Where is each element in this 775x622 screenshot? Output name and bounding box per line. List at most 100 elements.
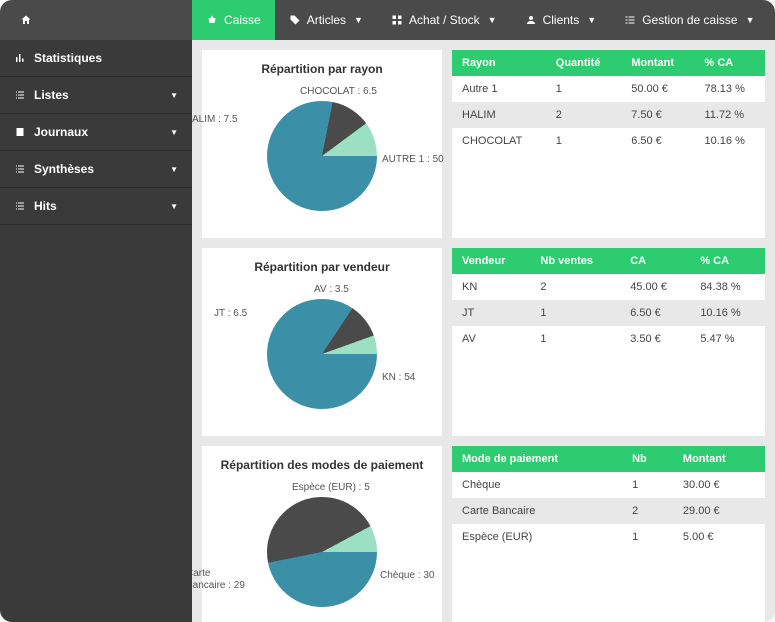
table-card: VendeurNb ventesCA% CAKN245.00 €84.38 %J…: [452, 248, 765, 436]
table-header: % CA: [690, 248, 765, 274]
bars-icon: [14, 52, 26, 64]
table-header: Montant: [673, 446, 765, 472]
sidebar-stats[interactable]: Statistiques: [0, 40, 192, 77]
home-button[interactable]: [0, 0, 52, 40]
table-header: CA: [620, 248, 690, 274]
sidebar-hits[interactable]: Hits ▼: [0, 188, 192, 225]
table-cell: 1: [546, 128, 621, 154]
main-content: Répartition par rayon CHOCOLAT : 6.5ALIM …: [192, 40, 775, 622]
pie-chart: [267, 497, 377, 607]
pie-label: KN : 54: [382, 372, 415, 384]
list-icon: [14, 89, 26, 101]
table-cell: Chèque: [452, 472, 622, 498]
home-icon: [20, 14, 32, 26]
table-cell: 3.50 €: [620, 326, 690, 352]
sidebar-journaux[interactable]: Journaux ▼: [0, 114, 192, 151]
chevron-down-icon: ▼: [170, 128, 178, 137]
pie-chart: [267, 101, 377, 211]
table-cell: 1: [530, 326, 620, 352]
table-cell: 2: [530, 274, 620, 300]
table-cell: 50.00 €: [621, 76, 694, 102]
data-table: VendeurNb ventesCA% CAKN245.00 €84.38 %J…: [452, 248, 765, 352]
table-cell: 1: [530, 300, 620, 326]
table-header: Mode de paiement: [452, 446, 622, 472]
table-cell: 7.50 €: [621, 102, 694, 128]
chart-title: Répartition par rayon: [210, 62, 434, 76]
table-cell: 2: [622, 498, 673, 524]
table-row: Autre 1150.00 €78.13 %: [452, 76, 765, 102]
table-cell: 1: [622, 472, 673, 498]
table-header: Nb: [622, 446, 673, 472]
table-cell: HALIM: [452, 102, 546, 128]
pie-label: CHOCOLAT : 6.5: [300, 86, 377, 98]
sidebar-journaux-label: Journaux: [34, 125, 88, 139]
caret-icon: ▼: [746, 15, 755, 25]
table-cell: 5.00 €: [673, 524, 765, 550]
pie-label: JT : 6.5: [214, 308, 247, 320]
chart-body: AV : 3.5 JT : 6.5 KN : 54: [210, 284, 434, 424]
table-cell: 10.16 %: [690, 300, 765, 326]
table-cell: 6.50 €: [621, 128, 694, 154]
nav-caisse-label: Caisse: [224, 13, 261, 27]
grid-icon: [391, 14, 403, 26]
topnav-spacer: [52, 0, 192, 40]
nav-achat[interactable]: Achat / Stock ▼: [377, 0, 511, 40]
table-card: RayonQuantitéMontant% CAAutre 1150.00 €7…: [452, 50, 765, 238]
book-icon: [14, 126, 26, 138]
chart-body: Espèce (EUR) : 5CarteBancaire : 29Chèque…: [210, 482, 434, 622]
user-icon: [525, 14, 537, 26]
list-icon: [624, 14, 636, 26]
chart-body: CHOCOLAT : 6.5ALIM : 7.5AUTRE 1 : 50: [210, 86, 434, 226]
pie-label: AV : 3.5: [314, 284, 349, 296]
caret-icon: ▼: [587, 15, 596, 25]
table-cell: Espèce (EUR): [452, 524, 622, 550]
table-header: % CA: [695, 50, 766, 76]
sidebar-listes[interactable]: Listes ▼: [0, 77, 192, 114]
data-table: RayonQuantitéMontant% CAAutre 1150.00 €7…: [452, 50, 765, 154]
table-cell: JT: [452, 300, 530, 326]
sidebar: Statistiques Listes ▼ Journaux ▼ Synthès…: [0, 40, 192, 622]
table-row: Espèce (EUR)15.00 €: [452, 524, 765, 550]
basket-icon: [206, 14, 218, 26]
table-cell: 10.16 %: [695, 128, 766, 154]
table-cell: 30.00 €: [673, 472, 765, 498]
table-cell: 29.00 €: [673, 498, 765, 524]
section-0: Répartition par rayon CHOCOLAT : 6.5ALIM …: [202, 50, 765, 238]
data-table: Mode de paiementNbMontantChèque130.00 €C…: [452, 446, 765, 550]
chart-title: Répartition par vendeur: [210, 260, 434, 274]
table-cell: 5.47 %: [690, 326, 765, 352]
chart-card: Répartition des modes de paiement Espèce …: [202, 446, 442, 622]
table-header: Quantité: [546, 50, 621, 76]
chart-card: Répartition par rayon CHOCOLAT : 6.5ALIM …: [202, 50, 442, 238]
table-row: CHOCOLAT16.50 €10.16 %: [452, 128, 765, 154]
table-header: Montant: [621, 50, 694, 76]
topnav: Caisse Articles ▼ Achat / Stock ▼ Client…: [0, 0, 775, 40]
nav-gestion[interactable]: Gestion de caisse ▼: [610, 0, 768, 40]
sidebar-syntheses-label: Synthèses: [34, 162, 94, 176]
table-row: Carte Bancaire229.00 €: [452, 498, 765, 524]
pie-label: Chèque : 30: [380, 570, 435, 582]
table-row: AV13.50 €5.47 %: [452, 326, 765, 352]
chart-title: Répartition des modes de paiement: [210, 458, 434, 472]
nav-clients[interactable]: Clients ▼: [511, 0, 611, 40]
table-cell: AV: [452, 326, 530, 352]
app-window: Caisse Articles ▼ Achat / Stock ▼ Client…: [0, 0, 775, 622]
sidebar-stats-label: Statistiques: [34, 51, 102, 65]
pie-chart: [267, 299, 377, 409]
caret-icon: ▼: [354, 15, 363, 25]
nav-caisse[interactable]: Caisse: [192, 0, 275, 40]
nav-achat-label: Achat / Stock: [409, 13, 480, 27]
nav-articles[interactable]: Articles ▼: [275, 0, 377, 40]
table-cell: 2: [546, 102, 621, 128]
chevron-down-icon: ▼: [170, 91, 178, 100]
sidebar-hits-label: Hits: [34, 199, 57, 213]
sidebar-syntheses[interactable]: Synthèses ▼: [0, 151, 192, 188]
pie-label: Espèce (EUR) : 5: [292, 482, 370, 494]
caret-icon: ▼: [488, 15, 497, 25]
pie-label: CarteBancaire : 29: [192, 568, 245, 592]
section-1: Répartition par vendeur AV : 3.5 JT : 6.5 K…: [202, 248, 765, 436]
table-cell: 1: [546, 76, 621, 102]
table-row: Chèque130.00 €: [452, 472, 765, 498]
table-row: JT16.50 €10.16 %: [452, 300, 765, 326]
table-cell: 84.38 %: [690, 274, 765, 300]
